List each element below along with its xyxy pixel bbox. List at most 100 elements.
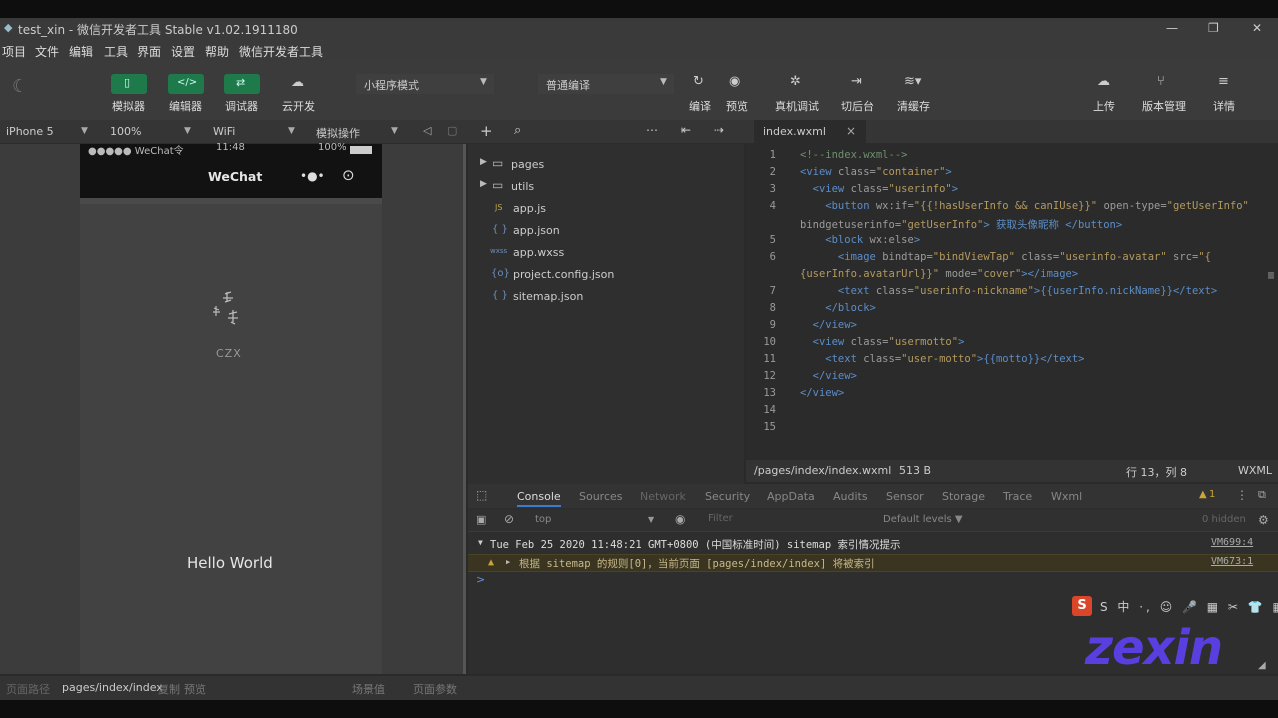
phone-screen[interactable]: ●●●●● WeChat令 11:48 100% WeChat •●• ⊙ CZ…: [80, 142, 382, 674]
language-mode[interactable]: WXML: [1238, 464, 1272, 477]
tree-file-app-wxss[interactable]: wxss app.wxss: [468, 244, 744, 264]
tree-file-sitemap[interactable]: { } sitemap.json: [468, 288, 744, 308]
tab-trace[interactable]: Trace: [1003, 490, 1032, 503]
tree-file-app-json[interactable]: { } app.json: [468, 222, 744, 242]
tab-network[interactable]: Network: [640, 490, 686, 503]
cursor-position[interactable]: 行 13，列 8: [1126, 464, 1187, 480]
more-icon[interactable]: ⋯: [646, 123, 658, 137]
debugger-toggle-button[interactable]: ⇄: [224, 74, 260, 94]
filter-input[interactable]: Filter: [708, 513, 868, 529]
zoom-select[interactable]: 100%: [110, 125, 141, 138]
menu-settings[interactable]: 设置: [171, 43, 195, 60]
eye-icon[interactable]: ◉: [729, 74, 740, 89]
search-icon[interactable]: ⌕: [514, 123, 521, 138]
menu-view[interactable]: 界面: [137, 43, 161, 60]
tab-close-icon[interactable]: ×: [846, 124, 856, 138]
console-prompt[interactable]: >: [476, 573, 485, 586]
layers-icon[interactable]: ≋▾: [904, 74, 921, 89]
tree-file-project-config[interactable]: {o} project.config.json: [468, 266, 744, 286]
kebab-menu-icon[interactable]: ⋮: [1236, 488, 1248, 502]
nav-close-icon[interactable]: ⊙: [342, 166, 355, 184]
clear-console-icon[interactable]: ⊘: [504, 512, 514, 526]
menu-help[interactable]: 帮助: [205, 43, 229, 60]
gear-icon[interactable]: ⚙: [1258, 513, 1269, 527]
tree-folder-pages[interactable]: ▶ ▭ pages: [468, 156, 744, 176]
menu-project[interactable]: 项目: [2, 43, 26, 60]
compile-label[interactable]: 编译: [689, 98, 711, 114]
menu-edit[interactable]: 编辑: [69, 43, 93, 60]
menu-lines-icon[interactable]: ≡: [1218, 74, 1229, 89]
tab-security[interactable]: Security: [705, 490, 750, 503]
code-token: >: [913, 234, 921, 246]
panel-divider[interactable]: [463, 144, 466, 674]
tab-sources[interactable]: Sources: [579, 490, 623, 503]
open-path-button[interactable]: 预览: [184, 681, 206, 697]
user-avatar[interactable]: [211, 288, 245, 332]
tab-appdata[interactable]: AppData: [767, 490, 815, 503]
switch-background-icon[interactable]: ⇥: [851, 74, 862, 89]
collapse-icon[interactable]: ⇤: [681, 123, 691, 137]
refresh-icon[interactable]: ↻: [693, 74, 704, 89]
tab-audits[interactable]: Audits: [833, 490, 868, 503]
console-warning-row[interactable]: ▲ ▶ 根据 sitemap 的规则[0]，当前页面 [pages/index/…: [468, 554, 1278, 572]
upload-cloud-icon[interactable]: ☁: [1097, 74, 1110, 89]
code-editor[interactable]: 1 2 3 4 5 6 7 8 9 10 11 12 13 14 15 <!--…: [746, 144, 1278, 460]
compile-mode-select[interactable]: 普通编译 ▼: [538, 74, 674, 94]
window-title: test_xin - 微信开发者工具 Stable v1.02.1911180: [18, 23, 298, 37]
add-file-icon[interactable]: +: [480, 122, 493, 140]
network-select[interactable]: WiFi: [213, 125, 235, 138]
popout-icon[interactable]: ▢: [447, 124, 457, 137]
context-select[interactable]: top: [535, 514, 551, 525]
tab-console[interactable]: Console: [517, 490, 561, 507]
ime-toolbar[interactable]: S S 中 ·, ☺ 🎤 ▦ ✂ 👕 ▦: [1072, 596, 1278, 618]
tab-wxml[interactable]: Wxml: [1051, 490, 1082, 503]
sidebar-toggle-icon[interactable]: ▣: [476, 513, 486, 526]
menu-file[interactable]: 文件: [35, 43, 59, 60]
operation-select[interactable]: 模拟操作: [316, 125, 360, 141]
tab-sensor[interactable]: Sensor: [886, 490, 924, 503]
console-source-link[interactable]: VM673:1: [1211, 556, 1253, 567]
version-branch-icon[interactable]: ⑂: [1157, 74, 1165, 89]
bug-icon[interactable]: ✲: [790, 74, 801, 89]
eye-icon[interactable]: ◉: [675, 512, 685, 526]
log-levels-select[interactable]: Default levels ▼: [883, 514, 963, 525]
remote-debug-label[interactable]: 真机调试: [775, 98, 819, 114]
tab-storage[interactable]: Storage: [942, 490, 985, 503]
menu-wechat-devtools[interactable]: 微信开发者工具: [239, 43, 323, 60]
maximize-button[interactable]: ❐: [1208, 21, 1219, 35]
tree-folder-utils[interactable]: ▶ ▭ utils: [468, 178, 744, 198]
volume-icon[interactable]: ◁: [423, 124, 431, 137]
dock-icon[interactable]: ⧉: [1258, 488, 1266, 502]
simulator-panel: ●●●●● WeChat令 11:48 100% WeChat •●• ⊙ CZ…: [0, 142, 466, 674]
editor-toggle-button[interactable]: </>: [168, 74, 204, 94]
simulator-toggle-button[interactable]: ▯: [111, 74, 147, 94]
code-token: "userinfo-avatar": [1059, 251, 1167, 263]
scene-value-button[interactable]: 场景值: [352, 681, 385, 697]
resize-grip-icon[interactable]: ◢: [1258, 660, 1266, 671]
background-label[interactable]: 切后台: [841, 98, 874, 114]
version-label[interactable]: 版本管理: [1142, 98, 1186, 114]
minimize-button[interactable]: —: [1166, 21, 1178, 35]
details-label[interactable]: 详情: [1213, 98, 1235, 114]
console-source-link[interactable]: VM699:4: [1211, 537, 1253, 548]
split-icon[interactable]: ⇢: [714, 123, 724, 137]
scrollbar-icon[interactable]: ▥: [1268, 270, 1274, 281]
preview-label[interactable]: 预览: [726, 98, 748, 114]
inspect-icon[interactable]: ⬚: [476, 488, 487, 502]
page-params-button[interactable]: 页面参数: [413, 681, 457, 697]
device-select[interactable]: iPhone 5: [6, 125, 54, 138]
copy-path-button[interactable]: 复制: [158, 681, 180, 697]
tree-file-app-js[interactable]: JS app.js: [468, 200, 744, 220]
mode-select[interactable]: 小程序模式 ▼: [356, 74, 494, 94]
nav-more-icon[interactable]: •●•: [300, 169, 325, 183]
menu-tools[interactable]: 工具: [104, 43, 128, 60]
cloud-icon[interactable]: ☁: [291, 75, 304, 90]
close-button[interactable]: ✕: [1252, 21, 1262, 35]
clear-cache-label[interactable]: 清缓存: [897, 98, 930, 114]
avatar-icon[interactable]: ☾: [12, 76, 28, 97]
console-message-group[interactable]: ▼ Tue Feb 25 2020 11:48:21 GMT+0800 (中国标…: [468, 536, 1278, 554]
cloud-label[interactable]: 云开发: [282, 98, 315, 114]
warning-icon[interactable]: ▲: [1199, 489, 1207, 500]
editor-tab-index-wxml[interactable]: index.wxml ×: [754, 120, 866, 144]
upload-label[interactable]: 上传: [1093, 98, 1115, 114]
